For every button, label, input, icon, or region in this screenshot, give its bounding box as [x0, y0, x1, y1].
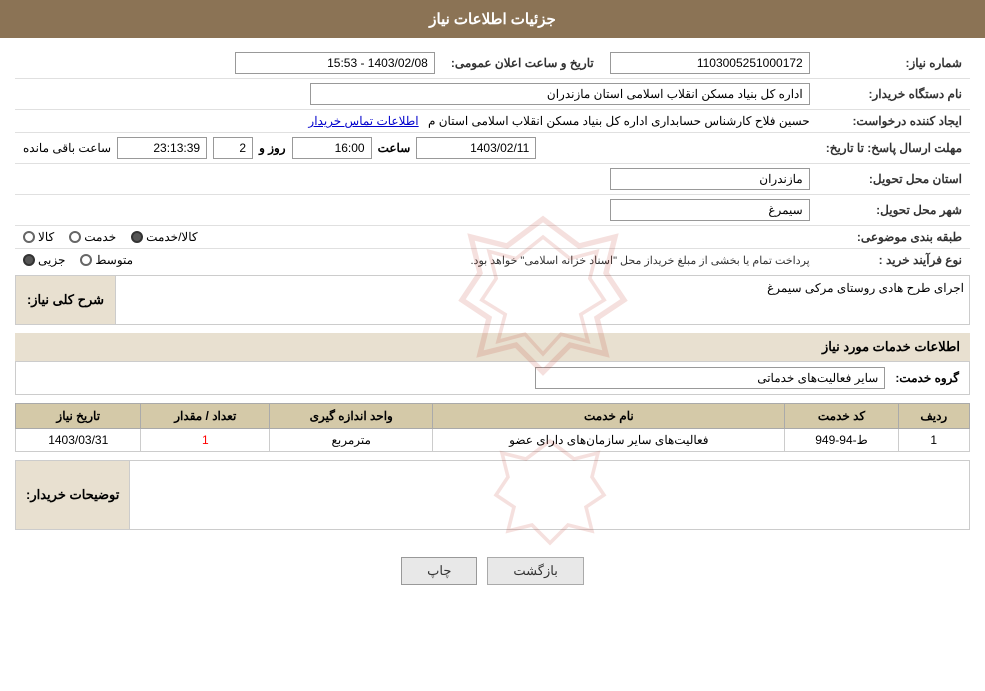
button-group: بازگشت چاپ	[15, 542, 970, 600]
radio-jozei[interactable]: جزیی	[23, 253, 65, 267]
table-header-code: کد خدمت	[785, 404, 898, 429]
reply-date-value: 1403/02/11	[416, 137, 536, 159]
table-header-unit: واحد اندازه گیری	[270, 404, 433, 429]
city-label: شهر محل تحویل:	[818, 195, 970, 226]
radio-kala-khedmat-circle	[131, 231, 143, 243]
table-header-name: نام خدمت	[433, 404, 785, 429]
buyer-notes-label: توضیحات خریدار:	[26, 487, 119, 503]
table-row: 1 ط-94-949 فعالیت‌های سایر سازمان‌های دا…	[16, 429, 970, 452]
service-group-value: سایر فعالیت‌های خدماتی	[535, 367, 885, 389]
back-button[interactable]: بازگشت	[487, 557, 583, 585]
creator-value: حسین فلاح کارشناس حسابداری اداره کل بنیا…	[428, 114, 810, 128]
row-unit: مترمربع	[270, 429, 433, 452]
description-section-label: شرح کلی نیاز:	[27, 292, 104, 308]
reply-days-value: 2	[213, 137, 253, 159]
city-value: سیمرغ	[610, 199, 810, 221]
buyer-org-label: نام دستگاه خریدار:	[818, 79, 970, 110]
announce-date-value: 1403/02/08 - 15:53	[235, 52, 435, 74]
radio-khedmat-label: خدمت	[84, 230, 116, 244]
radio-mottavaset-label: متوسط	[95, 253, 133, 267]
buyer-org-value: اداره کل بنیاد مسکن انقلاب اسلامی استان …	[310, 83, 810, 105]
reply-time-label: ساعت	[378, 141, 411, 155]
creator-contact-link[interactable]: اطلاعات تماس خریدار	[308, 114, 418, 128]
radio-mottavaset-circle	[80, 254, 92, 266]
description-value: اجرای طرح هادی روستای مرکی سیمرغ	[767, 281, 964, 295]
province-value: مازندران	[610, 168, 810, 190]
category-label: طبقه بندی موضوعی:	[818, 226, 970, 249]
service-group-label: گروه خدمت:	[895, 371, 959, 385]
need-number-value: 1103005251000172	[610, 52, 810, 74]
print-button[interactable]: چاپ	[401, 557, 477, 585]
purchase-note: پرداخت تمام یا بخشی از مبلغ خریداز محل "…	[143, 254, 810, 267]
radio-kala-label: کالا	[38, 230, 54, 244]
purchase-type-label: نوع فرآیند خرید :	[818, 249, 970, 272]
table-header-row: ردیف	[898, 404, 969, 429]
radio-jozei-label: جزیی	[38, 253, 65, 267]
reply-days-label: روز و	[259, 141, 286, 155]
radio-kala-khedmat[interactable]: کالا/خدمت	[131, 230, 197, 244]
row-code: ط-94-949	[785, 429, 898, 452]
services-section-header: اطلاعات خدمات مورد نیاز	[15, 333, 970, 362]
reply-deadline-label: مهلت ارسال پاسخ: تا تاریخ:	[818, 133, 970, 164]
row-name: فعالیت‌های سایر سازمان‌های دارای عضو	[433, 429, 785, 452]
province-label: استان محل تحویل:	[818, 164, 970, 195]
page-title: جزئیات اطلاعات نیاز	[0, 0, 985, 38]
radio-kala-circle	[23, 231, 35, 243]
row-number: 1	[898, 429, 969, 452]
radio-khedmat-circle	[69, 231, 81, 243]
radio-mottavaset[interactable]: متوسط	[80, 253, 133, 267]
radio-kala-khedmat-label: کالا/خدمت	[146, 230, 197, 244]
reply-remaining-label: ساعت باقی مانده	[23, 141, 111, 155]
reply-time-value: 16:00	[292, 137, 372, 159]
radio-khedmat[interactable]: خدمت	[69, 230, 116, 244]
creator-label: ایجاد کننده درخواست:	[818, 110, 970, 133]
announce-date-label: تاریخ و ساعت اعلان عمومی:	[443, 48, 602, 79]
need-number-label: شماره نیاز:	[818, 48, 970, 79]
radio-jozei-circle	[23, 254, 35, 266]
table-header-date: تاریخ نیاز	[16, 404, 141, 429]
radio-kala[interactable]: کالا	[23, 230, 54, 244]
row-count: 1	[141, 429, 270, 452]
table-header-count: تعداد / مقدار	[141, 404, 270, 429]
reply-remaining-value: 23:13:39	[117, 137, 207, 159]
row-date: 1403/03/31	[16, 429, 141, 452]
